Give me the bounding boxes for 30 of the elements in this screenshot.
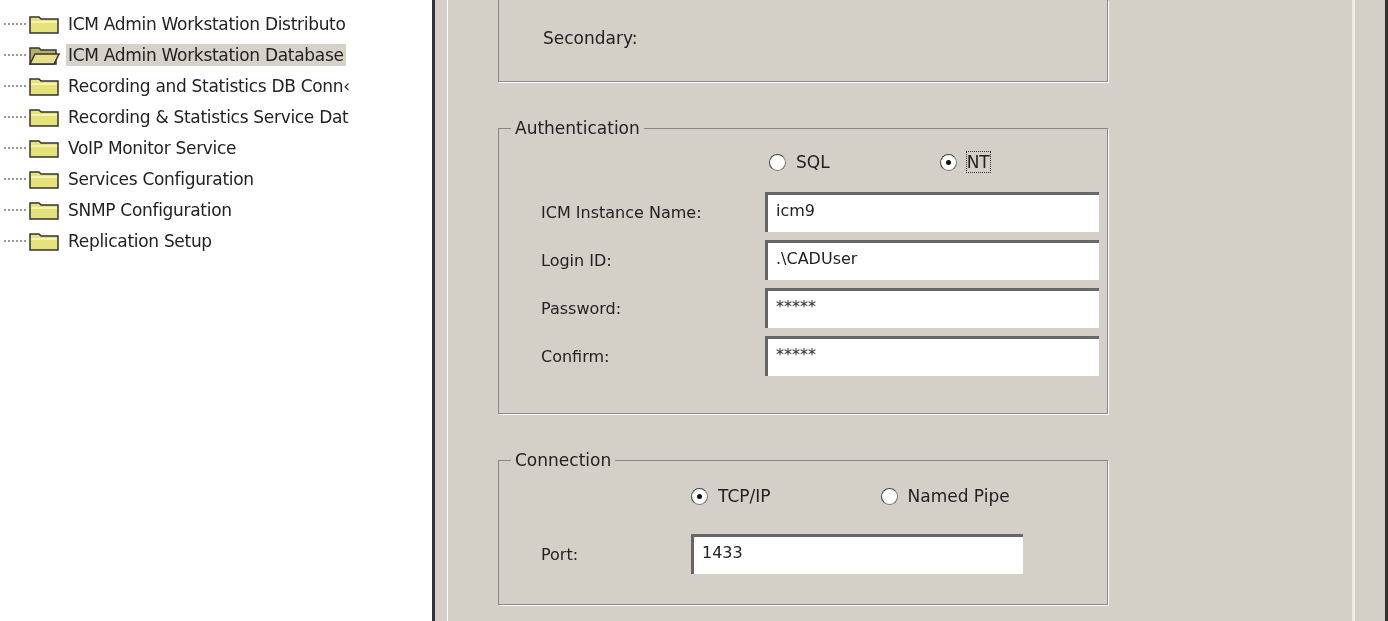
- radio-option[interactable]: SQL: [769, 152, 830, 172]
- tree-item[interactable]: ICM Admin Workstation Distributo: [66, 12, 348, 35]
- field-label: ICM Instance Name:: [541, 202, 703, 222]
- input-field[interactable]: *****: [765, 288, 1099, 328]
- field-label: Port:: [541, 544, 580, 564]
- group-title: Authentication: [514, 118, 641, 138]
- group-title: Connection: [514, 450, 613, 470]
- radio-option[interactable]: Named Pipe: [880, 486, 1010, 506]
- radio-button[interactable]: [769, 153, 786, 171]
- tree-item[interactable]: ICM Admin Workstation Database: [66, 43, 346, 66]
- tree-item[interactable]: Recording & Statistics Service Dat: [66, 105, 351, 128]
- input-field[interactable]: .\CADUser: [765, 240, 1099, 280]
- field-label: Password:: [541, 298, 623, 318]
- input-field[interactable]: 1433: [691, 534, 1023, 574]
- radio-option[interactable]: NT: [939, 152, 990, 172]
- input-field[interactable]: *****: [765, 336, 1099, 376]
- tree-item[interactable]: Recording and Statistics DB Conn‹: [66, 74, 352, 97]
- tree-item[interactable]: VoIP Monitor Service: [66, 136, 239, 159]
- radio-button[interactable]: [939, 153, 957, 171]
- tree-item[interactable]: SNMP Configuration: [66, 198, 234, 221]
- input-field[interactable]: icm9: [765, 192, 1099, 232]
- field-label: Confirm:: [541, 346, 611, 366]
- radio-button[interactable]: [691, 487, 708, 505]
- radio-button[interactable]: [880, 487, 898, 505]
- tree-item[interactable]: Replication Setup: [66, 229, 214, 252]
- secondary-label: Secondary:: [543, 28, 638, 48]
- field-label: Login ID:: [541, 250, 613, 270]
- tree-item[interactable]: Services Configuration: [66, 167, 256, 190]
- splitter-bar[interactable]: [432, 0, 448, 621]
- radio-option[interactable]: TCP/IP: [691, 486, 771, 506]
